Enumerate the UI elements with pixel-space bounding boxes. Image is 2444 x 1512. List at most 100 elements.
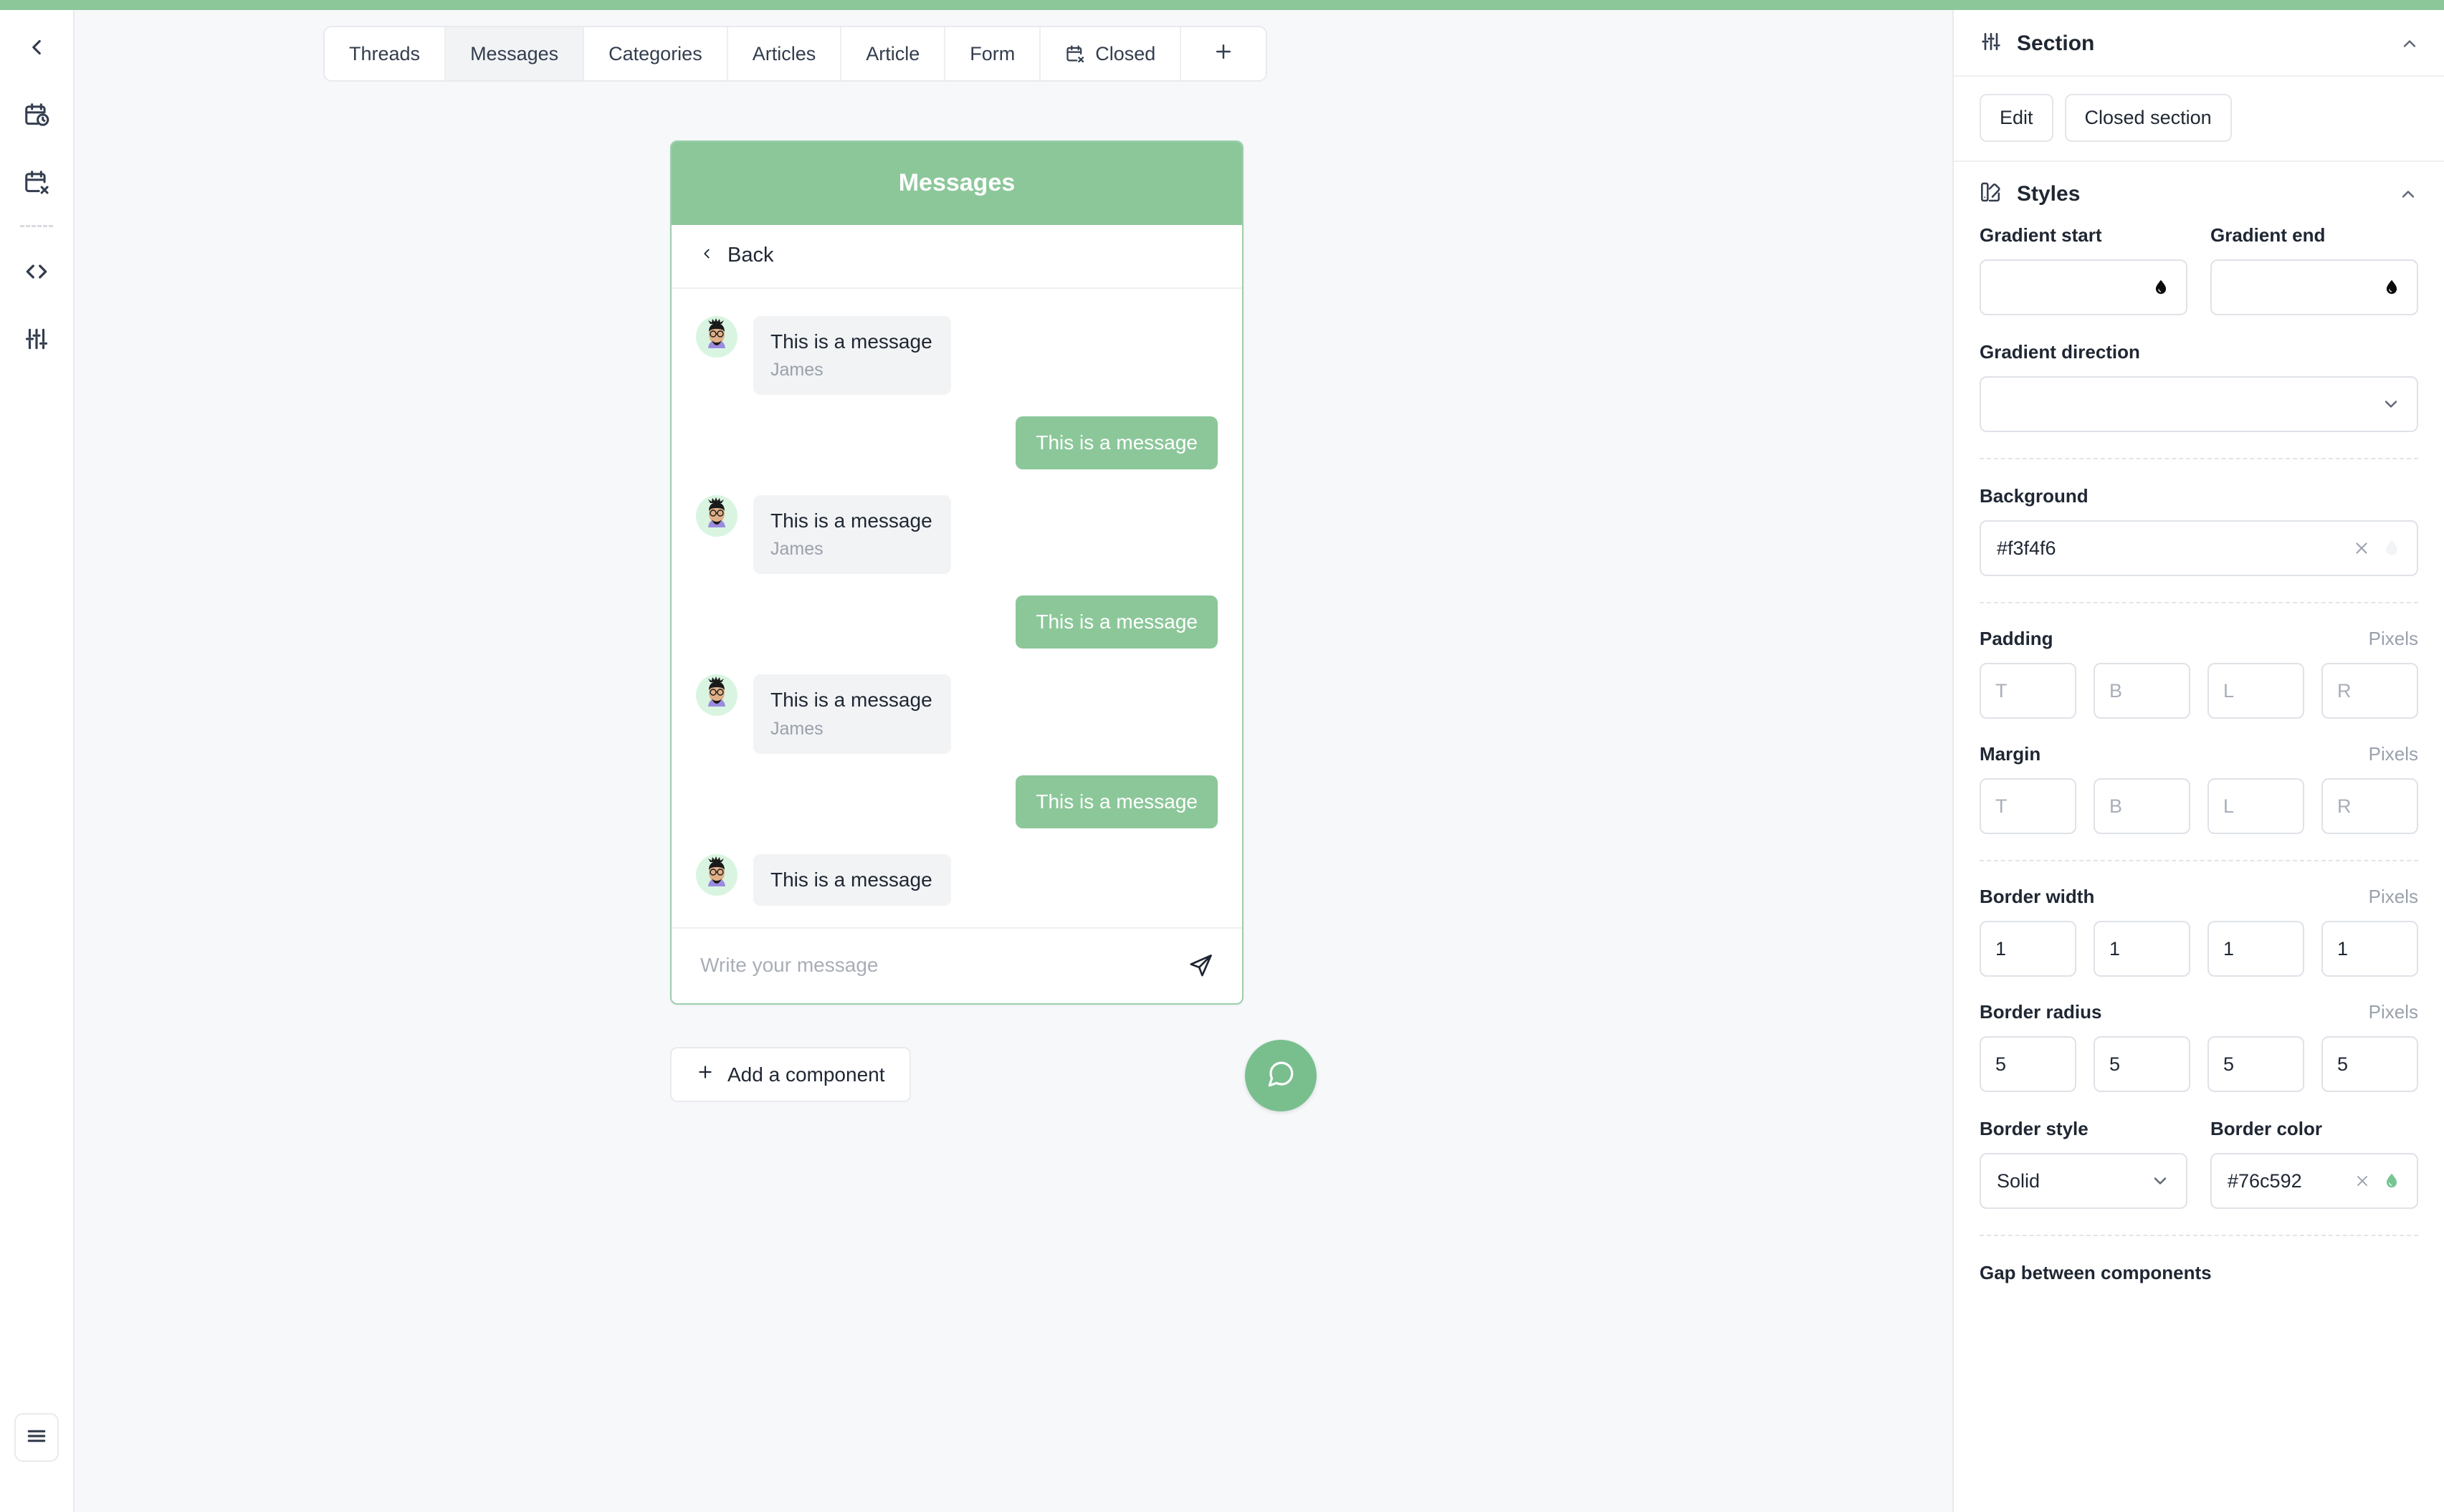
- color-droplet-icon[interactable]: [2382, 1172, 2401, 1190]
- gradient-color-row: Gradient start Gradient end: [1980, 224, 2418, 315]
- clear-x-icon[interactable]: [2354, 1172, 2371, 1190]
- border-color-value: #76c592: [2228, 1169, 2302, 1192]
- properties-panel: Section Edit Closed section Styles Gradi…: [1952, 10, 2444, 1512]
- message-list: This is a message James This is a messag…: [672, 289, 1242, 927]
- margin-right-input[interactable]: R: [2321, 778, 2418, 834]
- styles-header: Styles: [1980, 162, 2418, 224]
- edit-button[interactable]: Edit: [1980, 94, 2053, 142]
- color-droplet-icon[interactable]: [2152, 278, 2170, 297]
- tab-label: Threads: [349, 42, 421, 64]
- border-width-left-input[interactable]: 1: [2207, 921, 2304, 977]
- border-style-select[interactable]: Solid: [1980, 1153, 2187, 1209]
- border-radius-br-input[interactable]: 5: [2321, 1036, 2418, 1092]
- margin-bottom-input[interactable]: B: [2094, 778, 2190, 834]
- clear-x-icon[interactable]: [2352, 539, 2371, 558]
- avatar: [696, 495, 738, 537]
- preview-back-button[interactable]: Back: [672, 225, 1242, 289]
- background-field[interactable]: #f3f4f6: [1980, 520, 2418, 576]
- padding-unit: Pixels: [2368, 628, 2418, 649]
- closed-section-button[interactable]: Closed section: [2064, 94, 2232, 142]
- gradient-end-group: Gradient end: [2210, 224, 2418, 315]
- padding-bottom-input[interactable]: B: [2094, 663, 2190, 719]
- border-style-label: Border style: [1980, 1118, 2089, 1139]
- tab-article[interactable]: Article: [841, 27, 946, 80]
- message-text: This is a message: [770, 868, 932, 891]
- rail-item-calendar-x[interactable]: [11, 158, 62, 209]
- avatar: [696, 674, 738, 717]
- border-width-inputs: 1 1 1 1: [1980, 921, 2418, 977]
- rail-divider: [20, 225, 53, 227]
- messages-component-preview[interactable]: Messages Back This is a message James Th…: [670, 140, 1244, 1005]
- chevron-up-icon[interactable]: [2400, 34, 2420, 54]
- preview-header-title: Messages: [672, 142, 1242, 225]
- tab-form[interactable]: Form: [945, 27, 1041, 80]
- gradient-direction-select[interactable]: [1980, 376, 2418, 432]
- border-radius-inputs: 5 5 5 5: [1980, 1036, 2418, 1092]
- border-radius-unit: Pixels: [2368, 1001, 2418, 1023]
- border-width-bottom-input[interactable]: 1: [2094, 921, 2190, 977]
- padding-inputs: T B L R: [1980, 663, 2418, 719]
- calendar-x-icon: [1065, 44, 1085, 64]
- rail-item-sliders[interactable]: [11, 315, 62, 366]
- chat-fab-button[interactable]: [1245, 1040, 1317, 1111]
- padding-top-input[interactable]: T: [1980, 663, 2076, 719]
- border-width-right-input[interactable]: 1: [2321, 921, 2418, 977]
- tab-messages[interactable]: Messages: [446, 27, 585, 80]
- add-component-button[interactable]: Add a component: [670, 1047, 911, 1102]
- code-brackets-icon: [23, 258, 50, 289]
- padding-right-input[interactable]: R: [2321, 663, 2418, 719]
- padding-left-input[interactable]: L: [2207, 663, 2304, 719]
- background-label: Background: [1980, 485, 2089, 507]
- rail-item-calendar-clock[interactable]: [11, 90, 62, 142]
- border-radius-group: Border radius Pixels 5 5 5 5: [1980, 1001, 2418, 1092]
- rail-menu-button[interactable]: [14, 1413, 59, 1462]
- message-bubble: This is a message James: [753, 316, 951, 396]
- tab-label: Article: [866, 42, 920, 64]
- border-width-label: Border width: [1980, 886, 2095, 907]
- margin-group: Margin Pixels T B L R: [1980, 743, 2418, 834]
- section-panel-header: Section: [1954, 10, 2444, 77]
- color-swatches-icon: [1980, 181, 2003, 207]
- gap-between-components-group: Gap between components: [1980, 1262, 2418, 1284]
- border-width-group: Border width Pixels 1 1 1 1: [1980, 886, 2418, 977]
- message-row-incoming: This is a message: [696, 844, 1218, 920]
- tab-label: Closed: [1095, 42, 1156, 64]
- message-input[interactable]: [700, 953, 1175, 977]
- border-color-field[interactable]: #76c592: [2210, 1153, 2418, 1209]
- margin-unit: Pixels: [2368, 743, 2418, 765]
- rail-item-code[interactable]: [11, 247, 62, 299]
- message-bubble: This is a message: [753, 853, 951, 906]
- sliders-icon: [1980, 30, 2003, 57]
- message-sender: James: [770, 539, 824, 560]
- send-paper-plane-icon[interactable]: [1189, 953, 1213, 977]
- gradient-direction-group: Gradient direction: [1980, 341, 2418, 432]
- border-radius-bl-input[interactable]: 5: [2207, 1036, 2304, 1092]
- border-width-unit: Pixels: [2368, 886, 2418, 907]
- border-radius-label: Border radius: [1980, 1001, 2102, 1023]
- margin-top-input[interactable]: T: [1980, 778, 2076, 834]
- styles-body: Styles Gradient start Gradient end Gradi…: [1954, 162, 2444, 1313]
- tab-articles[interactable]: Articles: [727, 27, 842, 80]
- border-radius-tl-input[interactable]: 5: [1980, 1036, 2076, 1092]
- avatar: [696, 853, 738, 896]
- message-bubble: This is a message James: [753, 495, 951, 575]
- collapse-sidebar-button[interactable]: [11, 23, 62, 75]
- gradient-end-label: Gradient end: [2210, 224, 2326, 246]
- border-radius-tr-input[interactable]: 5: [2094, 1036, 2190, 1092]
- border-width-top-input[interactable]: 1: [1980, 921, 2076, 977]
- tab-closed[interactable]: Closed: [1041, 27, 1182, 80]
- message-composer: [672, 927, 1242, 1003]
- gap-between-components-label: Gap between components: [1980, 1262, 2212, 1283]
- gradient-end-field[interactable]: [2210, 259, 2418, 315]
- chevron-left-icon: [699, 244, 715, 267]
- tab-categories[interactable]: Categories: [584, 27, 728, 80]
- chevron-down-icon: [2150, 1171, 2170, 1191]
- color-droplet-icon[interactable]: [2382, 539, 2401, 558]
- margin-left-input[interactable]: L: [2207, 778, 2304, 834]
- add-tab-button[interactable]: [1181, 27, 1266, 80]
- gradient-start-field[interactable]: [1980, 259, 2187, 315]
- color-droplet-icon[interactable]: [2382, 278, 2401, 297]
- tab-threads[interactable]: Threads: [325, 27, 447, 80]
- message-row-incoming: This is a message James: [696, 485, 1218, 588]
- chevron-up-icon[interactable]: [2398, 184, 2418, 204]
